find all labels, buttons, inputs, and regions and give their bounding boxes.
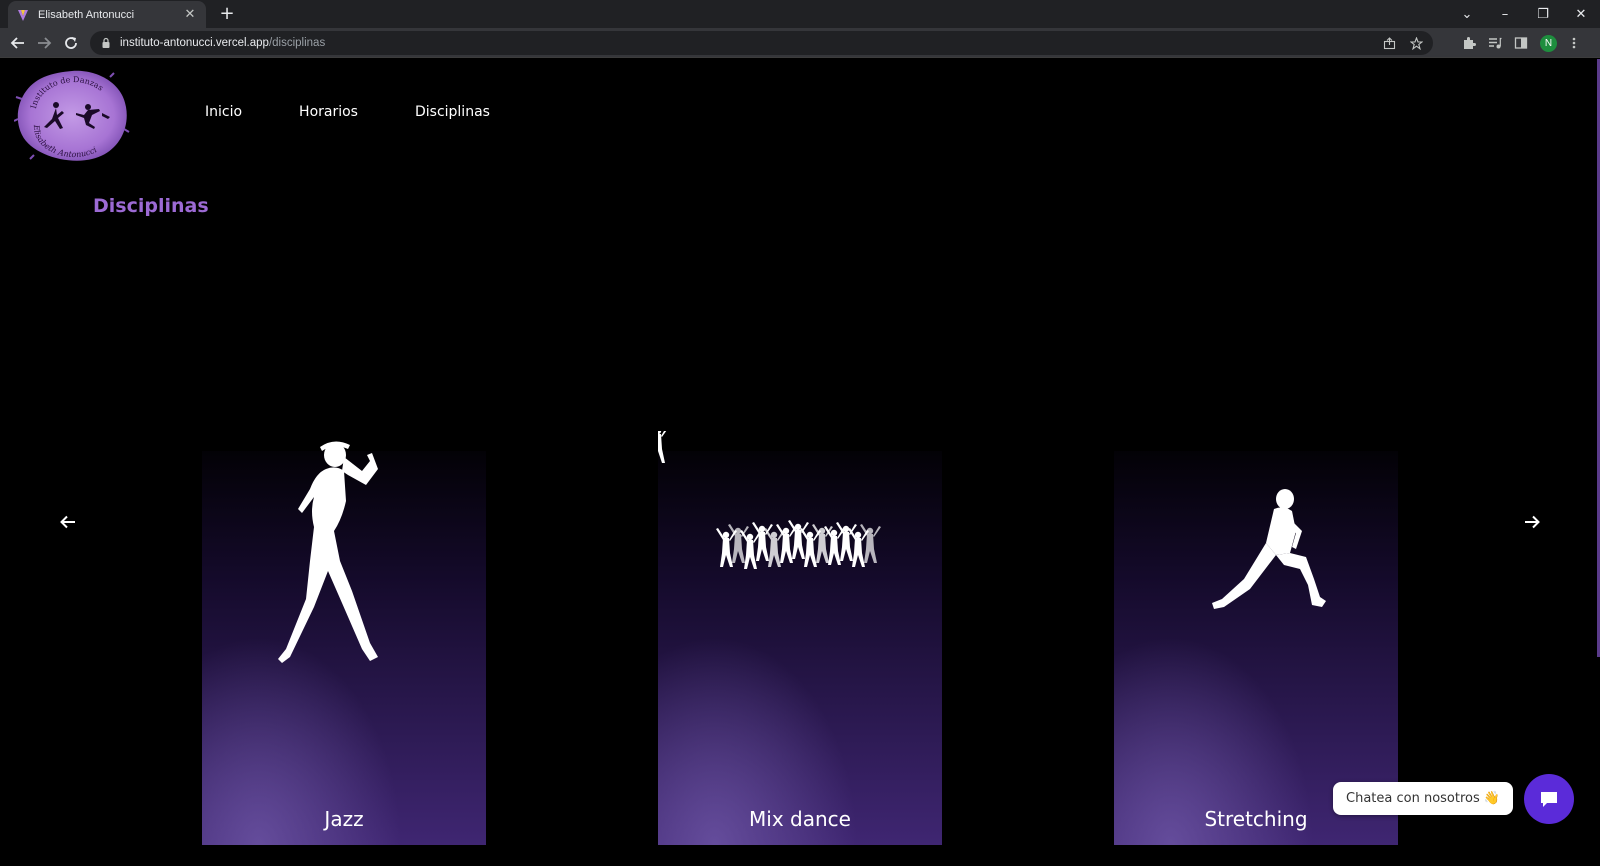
tab-close-button[interactable]: ✕ — [182, 7, 198, 22]
close-window-button[interactable]: ✕ — [1562, 7, 1600, 22]
card-label: Mix dance — [749, 807, 851, 831]
window-controls: ⌄ – ❐ ✕ — [1448, 0, 1600, 28]
carousel-prev-arrow-icon[interactable] — [57, 511, 79, 533]
browser-menu-icon[interactable] — [1569, 36, 1579, 50]
section-title: Disciplinas — [93, 195, 209, 217]
browser-tab-bar: Elisabeth Antonucci ✕ + ⌄ – ❐ ✕ — [0, 0, 1600, 28]
tab-search-dropdown-button[interactable]: ⌄ — [1448, 7, 1486, 22]
nav-link-disciplinas[interactable]: Disciplinas — [415, 104, 490, 120]
site-logo[interactable]: Instituto de Danzas Elisabeth Antonucci — [14, 69, 130, 161]
restore-button[interactable]: ❐ — [1524, 7, 1562, 22]
lock-icon[interactable] — [100, 37, 112, 49]
chat-button[interactable] — [1524, 774, 1574, 824]
url-path: /disciplinas — [268, 37, 326, 49]
side-panel-icon[interactable] — [1514, 36, 1528, 50]
new-tab-button[interactable]: + — [216, 3, 238, 25]
minimize-button[interactable]: – — [1486, 7, 1524, 22]
card-label: Jazz — [324, 807, 364, 831]
browser-tab[interactable]: Elisabeth Antonucci ✕ — [8, 1, 206, 28]
chat-bubble-icon — [1541, 792, 1557, 807]
address-bar[interactable]: instituto-antonucci.vercel.app /discipli… — [90, 31, 1433, 55]
share-icon[interactable] — [1383, 36, 1396, 50]
bookmark-star-icon[interactable] — [1410, 36, 1423, 50]
chat-invite-bubble[interactable]: Chatea con nosotros 👋 — [1333, 782, 1513, 815]
omnibox-actions — [1383, 31, 1423, 55]
tab-title: Elisabeth Antonucci — [38, 8, 135, 21]
nav-link-inicio[interactable]: Inicio — [205, 104, 242, 120]
jazz-dancer-silhouette-icon — [278, 441, 378, 663]
media-queue-icon[interactable] — [1488, 36, 1502, 50]
nav-link-horarios[interactable]: Horarios — [299, 104, 358, 120]
discipline-card-jazz[interactable]: Jazz — [202, 431, 486, 845]
discipline-card-mix-dance[interactable]: Mix dance — [658, 431, 942, 845]
carousel-next-arrow-icon[interactable] — [1521, 511, 1543, 533]
forward-arrow-icon[interactable] — [33, 32, 55, 54]
page-content: Instituto de Danzas Elisabeth Antonucci … — [0, 59, 1600, 866]
reload-icon[interactable] — [60, 32, 82, 54]
url-host: instituto-antonucci.vercel.app — [120, 37, 269, 49]
browser-toolbar: instituto-antonucci.vercel.app /discipli… — [0, 28, 1600, 58]
back-arrow-icon[interactable] — [7, 32, 29, 54]
dance-group-silhouette-icon — [658, 431, 881, 569]
profile-avatar[interactable]: N — [1540, 34, 1557, 52]
main-nav: Inicio Horarios Disciplinas — [205, 104, 490, 120]
site-favicon-icon — [18, 9, 28, 21]
extension-icons: N — [1462, 32, 1579, 54]
extensions-puzzle-icon[interactable] — [1462, 36, 1476, 50]
